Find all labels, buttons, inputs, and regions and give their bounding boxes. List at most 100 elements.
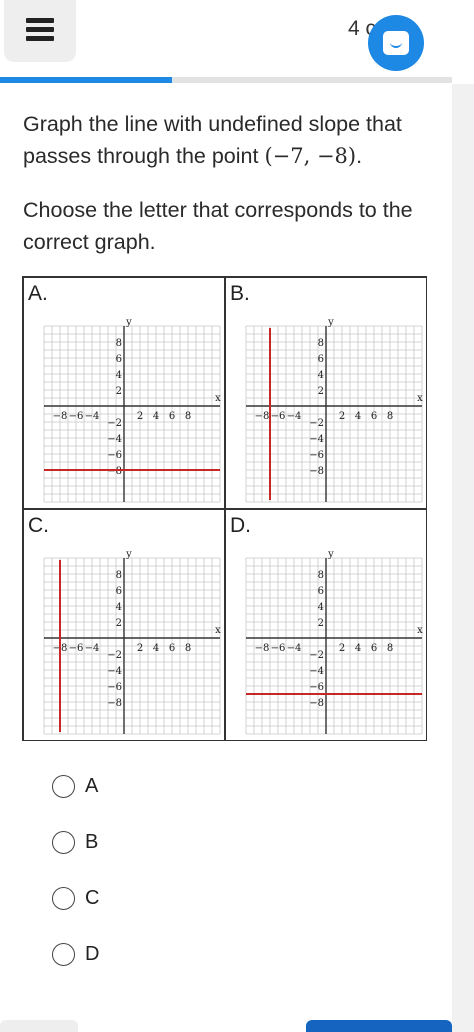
y-tick-label: 6: [318, 354, 324, 365]
y-tick-label: 2: [318, 618, 324, 629]
instruction-text: Choose the letter that corresponds to th…: [23, 198, 413, 254]
y-axis-label: y: [125, 549, 132, 560]
y-tick-label: 8: [318, 338, 324, 349]
option-b[interactable]: B: [52, 826, 172, 860]
y-axis-label: y: [327, 549, 334, 560]
y-axis-label: y: [327, 317, 334, 328]
y-tick-label: −2: [107, 650, 122, 661]
menu-button[interactable]: [4, 0, 76, 62]
y-tick-label: 6: [116, 354, 122, 365]
x-axis-label: x: [417, 625, 423, 636]
y-tick-label: 4: [116, 370, 122, 381]
y-tick-label: −8: [309, 466, 324, 477]
x-tick-label: 4: [153, 643, 159, 654]
x-tick-label: 8: [387, 643, 393, 654]
graph-c: xy−8−6−424688642−2−4−6−8: [43, 549, 221, 735]
y-tick-label: −2: [309, 418, 324, 429]
x-tick-label: −6: [69, 411, 84, 422]
x-tick-label: −4: [85, 411, 100, 422]
graph-label-c: C.: [28, 514, 49, 537]
y-tick-label: 2: [318, 386, 324, 397]
y-tick-label: 2: [116, 618, 122, 629]
y-tick-label: 8: [116, 570, 122, 581]
graph-label-d: D.: [230, 514, 251, 537]
y-tick-label: 4: [318, 602, 324, 613]
radio-d[interactable]: [52, 943, 75, 966]
graph-cell-a: x y −8 −6 −4 2 4 6 8 8 6 4 2 −2 −4 −6 −8 A.: [23, 277, 225, 509]
x-tick-label: 4: [153, 411, 159, 422]
x-tick-label: 6: [169, 643, 175, 654]
graph-cell-d: x y −8 −6 −4 2 4 6 8 8 6 4 2 −2 −4 −6 −8 D.: [225, 509, 427, 741]
y-tick-label: −4: [309, 666, 324, 677]
graph-d: xy−8 −6 −4 2 4 6 88642−2−4−6−8: [245, 549, 423, 735]
question-text: Graph the line with undefined slope that…: [23, 108, 433, 172]
y-tick-label: 6: [318, 586, 324, 597]
question-end: .: [356, 144, 363, 168]
x-tick-label: 6: [371, 643, 377, 654]
x-tick-label: 2: [339, 411, 345, 422]
option-label-b: B: [85, 831, 99, 853]
x-tick-label: −8: [255, 643, 270, 654]
y-tick-label: −8: [309, 698, 324, 709]
x-tick-label: −6: [69, 643, 84, 654]
radio-b[interactable]: [52, 831, 75, 854]
x-tick-label: 8: [387, 411, 393, 422]
radio-a[interactable]: [52, 775, 75, 798]
x-tick-label: 8: [185, 411, 191, 422]
y-tick-label: 8: [318, 570, 324, 581]
chat-button[interactable]: [368, 15, 424, 71]
x-tick-label: 4: [355, 411, 361, 422]
x-axis-label: x: [417, 393, 423, 404]
graph-label-b: B.: [230, 282, 250, 305]
question-point: (−7, −8): [264, 144, 357, 168]
x-tick-label: 6: [169, 411, 175, 422]
x-tick-label: 2: [137, 411, 143, 422]
x-tick-label: 2: [137, 643, 143, 654]
graph-cell-c: xy−8−6−424688642−2−4−6−8 C.: [23, 509, 225, 741]
x-tick-label: −4: [287, 643, 302, 654]
x-tick-label: 2: [339, 643, 345, 654]
y-tick-label: 4: [116, 602, 122, 613]
y-tick-label: −2: [107, 418, 122, 429]
y-tick-label: −6: [309, 682, 324, 693]
next-button[interactable]: [306, 1020, 452, 1032]
option-label-a: A: [85, 775, 99, 797]
y-tick-label: −4: [309, 434, 324, 445]
y-tick-label: 4: [318, 370, 324, 381]
option-c[interactable]: C: [52, 882, 172, 916]
x-tick-label: −4: [287, 411, 302, 422]
x-tick-label: −8: [53, 411, 68, 422]
y-tick-label: −8: [107, 698, 122, 709]
x-tick-label: −6: [271, 411, 286, 422]
x-tick-label: 6: [371, 411, 377, 422]
option-label-d: D: [85, 943, 100, 965]
y-tick-label: −2: [309, 650, 324, 661]
y-tick-label: −6: [309, 450, 324, 461]
graph-cell-b: x y −8 −6 −4 2 4 6 8 8 6 4 2 −2 −4 −6 −8 B.: [225, 277, 427, 509]
option-a[interactable]: A: [52, 770, 172, 804]
y-tick-label: −8: [107, 466, 122, 477]
x-tick-label: 8: [185, 643, 191, 654]
progress-bar: [0, 77, 452, 83]
scroll-strip: [452, 84, 474, 1032]
graph-choices-table: x y −8 −6 −4 2 4 6 8 8 6 4 2 −2 −4 −6 −8 A. x y −8 −6 −4 2 4 6 8…: [22, 276, 427, 741]
x-axis-label: x: [215, 393, 221, 404]
chat-bubble-icon: [383, 31, 409, 55]
x-tick-label: −6: [271, 643, 286, 654]
y-tick-label: −6: [107, 450, 122, 461]
x-tick-label: −4: [85, 643, 100, 654]
option-d[interactable]: D: [52, 938, 172, 972]
y-axis-label: y: [125, 317, 132, 328]
y-tick-label: −4: [107, 434, 122, 445]
top-bar: 4 c: [0, 0, 474, 80]
x-tick-label: −8: [255, 411, 270, 422]
x-axis-label: x: [215, 625, 221, 636]
hamburger-icon: [26, 18, 54, 45]
radio-c[interactable]: [52, 887, 75, 910]
progress-fill: [0, 77, 172, 83]
x-tick-label: 4: [355, 643, 361, 654]
back-button[interactable]: [0, 1020, 78, 1032]
y-tick-label: 2: [116, 386, 122, 397]
graph-label-a: A.: [28, 282, 48, 305]
graph-b: xy−8 −6 −4 2 4 6 88642−2−4−6−8: [245, 317, 423, 503]
